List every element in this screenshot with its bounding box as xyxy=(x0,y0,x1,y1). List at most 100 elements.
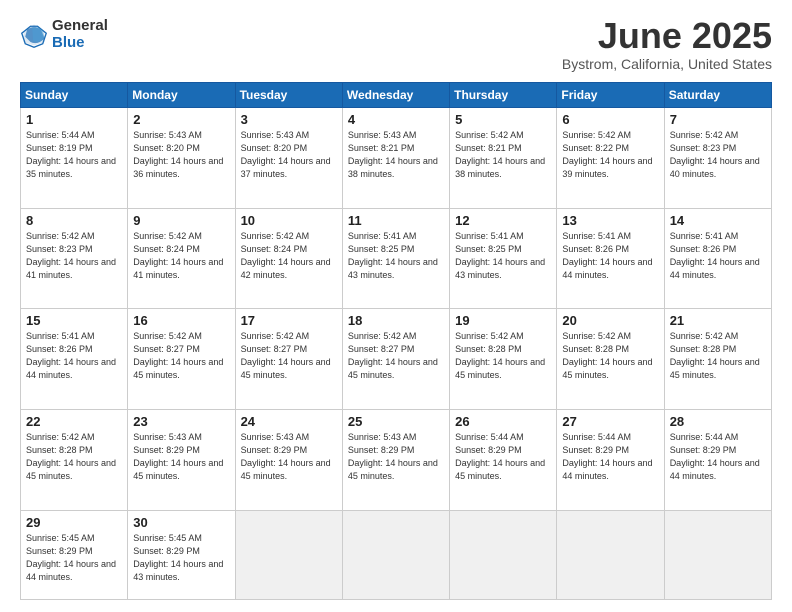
day-number: 23 xyxy=(133,414,229,429)
day-info: Sunrise: 5:43 AMSunset: 8:20 PMDaylight:… xyxy=(133,129,229,181)
day-number: 27 xyxy=(562,414,658,429)
day-number: 28 xyxy=(670,414,766,429)
calendar-cell: 28Sunrise: 5:44 AMSunset: 8:29 PMDayligh… xyxy=(664,409,771,510)
day-info: Sunrise: 5:42 AMSunset: 8:22 PMDaylight:… xyxy=(562,129,658,181)
day-number: 11 xyxy=(348,213,444,228)
calendar-header-tuesday: Tuesday xyxy=(235,83,342,108)
day-info: Sunrise: 5:42 AMSunset: 8:21 PMDaylight:… xyxy=(455,129,551,181)
day-info: Sunrise: 5:42 AMSunset: 8:27 PMDaylight:… xyxy=(348,330,444,382)
calendar-cell: 8 Sunrise: 5:42 AMSunset: 8:23 PMDaylight… xyxy=(21,208,128,309)
calendar-cell: 6 Sunrise: 5:42 AMSunset: 8:22 PMDaylight… xyxy=(557,108,664,209)
header: General Blue June 2025 Bystrom, Californ… xyxy=(20,18,772,72)
day-info: Sunrise: 5:42 AMSunset: 8:28 PMDaylight:… xyxy=(26,431,122,483)
day-info: Sunrise: 5:43 AMSunset: 8:29 PMDaylight:… xyxy=(241,431,337,483)
day-info: Sunrise: 5:42 AMSunset: 8:27 PMDaylight:… xyxy=(133,330,229,382)
day-info: Sunrise: 5:42 AMSunset: 8:23 PMDaylight:… xyxy=(26,230,122,282)
day-info: Sunrise: 5:42 AMSunset: 8:28 PMDaylight:… xyxy=(455,330,551,382)
day-info: Sunrise: 5:41 AMSunset: 8:25 PMDaylight:… xyxy=(455,230,551,282)
calendar-cell xyxy=(664,510,771,599)
calendar-cell: 23 Sunrise: 5:43 AMSunset: 8:29 PMDayligh… xyxy=(128,409,235,510)
calendar-cell: 16 Sunrise: 5:42 AMSunset: 8:27 PMDayligh… xyxy=(128,309,235,410)
calendar-cell: 13Sunrise: 5:41 AMSunset: 8:26 PMDayligh… xyxy=(557,208,664,309)
calendar-table: SundayMondayTuesdayWednesdayThursdayFrid… xyxy=(20,82,772,600)
calendar-cell xyxy=(557,510,664,599)
day-number: 12 xyxy=(455,213,551,228)
calendar-cell: 1 Sunrise: 5:44 AMSunset: 8:19 PMDaylight… xyxy=(21,108,128,209)
day-info: Sunrise: 5:42 AMSunset: 8:23 PMDaylight:… xyxy=(670,129,766,181)
day-info: Sunrise: 5:44 AMSunset: 8:19 PMDaylight:… xyxy=(26,129,122,181)
calendar-cell: 10Sunrise: 5:42 AMSunset: 8:24 PMDayligh… xyxy=(235,208,342,309)
calendar-header-monday: Monday xyxy=(128,83,235,108)
day-number: 20 xyxy=(562,313,658,328)
title-block: June 2025 Bystrom, California, United St… xyxy=(562,18,772,72)
calendar-cell xyxy=(235,510,342,599)
day-info: Sunrise: 5:42 AMSunset: 8:27 PMDaylight:… xyxy=(241,330,337,382)
calendar-header-row: SundayMondayTuesdayWednesdayThursdayFrid… xyxy=(21,83,772,108)
calendar-cell: 26Sunrise: 5:44 AMSunset: 8:29 PMDayligh… xyxy=(450,409,557,510)
calendar-cell: 29 Sunrise: 5:45 AMSunset: 8:29 PMDayligh… xyxy=(21,510,128,599)
calendar-cell xyxy=(342,510,449,599)
day-number: 4 xyxy=(348,112,444,127)
calendar-cell: 5 Sunrise: 5:42 AMSunset: 8:21 PMDaylight… xyxy=(450,108,557,209)
day-info: Sunrise: 5:44 AMSunset: 8:29 PMDaylight:… xyxy=(562,431,658,483)
calendar-cell: 24Sunrise: 5:43 AMSunset: 8:29 PMDayligh… xyxy=(235,409,342,510)
calendar-week-4: 22 Sunrise: 5:42 AMSunset: 8:28 PMDayligh… xyxy=(21,409,772,510)
calendar-cell: 14Sunrise: 5:41 AMSunset: 8:26 PMDayligh… xyxy=(664,208,771,309)
logo-blue-text: Blue xyxy=(52,35,108,52)
day-number: 2 xyxy=(133,112,229,127)
page: General Blue June 2025 Bystrom, Californ… xyxy=(0,0,792,612)
calendar-cell: 20 Sunrise: 5:42 AMSunset: 8:28 PMDayligh… xyxy=(557,309,664,410)
calendar-cell: 30Sunrise: 5:45 AMSunset: 8:29 PMDayligh… xyxy=(128,510,235,599)
day-number: 22 xyxy=(26,414,122,429)
day-number: 17 xyxy=(241,313,337,328)
day-info: Sunrise: 5:44 AMSunset: 8:29 PMDaylight:… xyxy=(455,431,551,483)
calendar-cell: 4 Sunrise: 5:43 AMSunset: 8:21 PMDaylight… xyxy=(342,108,449,209)
calendar-cell: 3Sunrise: 5:43 AMSunset: 8:20 PMDaylight… xyxy=(235,108,342,209)
day-number: 13 xyxy=(562,213,658,228)
day-info: Sunrise: 5:45 AMSunset: 8:29 PMDaylight:… xyxy=(133,532,229,584)
title-month: June 2025 xyxy=(562,18,772,54)
day-info: Sunrise: 5:43 AMSunset: 8:29 PMDaylight:… xyxy=(133,431,229,483)
day-info: Sunrise: 5:42 AMSunset: 8:24 PMDaylight:… xyxy=(133,230,229,282)
title-location: Bystrom, California, United States xyxy=(562,56,772,72)
day-number: 21 xyxy=(670,313,766,328)
day-number: 16 xyxy=(133,313,229,328)
day-number: 14 xyxy=(670,213,766,228)
day-info: Sunrise: 5:42 AMSunset: 8:28 PMDaylight:… xyxy=(670,330,766,382)
day-number: 15 xyxy=(26,313,122,328)
calendar-cell: 12 Sunrise: 5:41 AMSunset: 8:25 PMDayligh… xyxy=(450,208,557,309)
day-number: 7 xyxy=(670,112,766,127)
day-number: 5 xyxy=(455,112,551,127)
day-number: 8 xyxy=(26,213,122,228)
day-info: Sunrise: 5:42 AMSunset: 8:24 PMDaylight:… xyxy=(241,230,337,282)
day-number: 1 xyxy=(26,112,122,127)
calendar-header-saturday: Saturday xyxy=(664,83,771,108)
calendar-cell xyxy=(450,510,557,599)
calendar-cell: 27 Sunrise: 5:44 AMSunset: 8:29 PMDayligh… xyxy=(557,409,664,510)
logo-icon xyxy=(20,21,48,49)
calendar-cell: 18 Sunrise: 5:42 AMSunset: 8:27 PMDayligh… xyxy=(342,309,449,410)
calendar-week-3: 15Sunrise: 5:41 AMSunset: 8:26 PMDayligh… xyxy=(21,309,772,410)
day-info: Sunrise: 5:42 AMSunset: 8:28 PMDaylight:… xyxy=(562,330,658,382)
calendar-week-2: 8 Sunrise: 5:42 AMSunset: 8:23 PMDaylight… xyxy=(21,208,772,309)
day-number: 29 xyxy=(26,515,122,530)
calendar-cell: 21 Sunrise: 5:42 AMSunset: 8:28 PMDayligh… xyxy=(664,309,771,410)
day-number: 25 xyxy=(348,414,444,429)
calendar-header-sunday: Sunday xyxy=(21,83,128,108)
calendar-cell: 9Sunrise: 5:42 AMSunset: 8:24 PMDaylight… xyxy=(128,208,235,309)
calendar-cell: 7 Sunrise: 5:42 AMSunset: 8:23 PMDaylight… xyxy=(664,108,771,209)
day-number: 19 xyxy=(455,313,551,328)
calendar-cell: 19 Sunrise: 5:42 AMSunset: 8:28 PMDayligh… xyxy=(450,309,557,410)
calendar-week-1: 1 Sunrise: 5:44 AMSunset: 8:19 PMDaylight… xyxy=(21,108,772,209)
calendar-header-friday: Friday xyxy=(557,83,664,108)
day-info: Sunrise: 5:45 AMSunset: 8:29 PMDaylight:… xyxy=(26,532,122,584)
day-info: Sunrise: 5:43 AMSunset: 8:20 PMDaylight:… xyxy=(241,129,337,181)
day-number: 6 xyxy=(562,112,658,127)
logo-text: General Blue xyxy=(52,18,108,51)
day-number: 18 xyxy=(348,313,444,328)
day-info: Sunrise: 5:43 AMSunset: 8:29 PMDaylight:… xyxy=(348,431,444,483)
logo: General Blue xyxy=(20,18,108,51)
calendar-week-5: 29 Sunrise: 5:45 AMSunset: 8:29 PMDayligh… xyxy=(21,510,772,599)
day-info: Sunrise: 5:43 AMSunset: 8:21 PMDaylight:… xyxy=(348,129,444,181)
calendar-cell: 15Sunrise: 5:41 AMSunset: 8:26 PMDayligh… xyxy=(21,309,128,410)
